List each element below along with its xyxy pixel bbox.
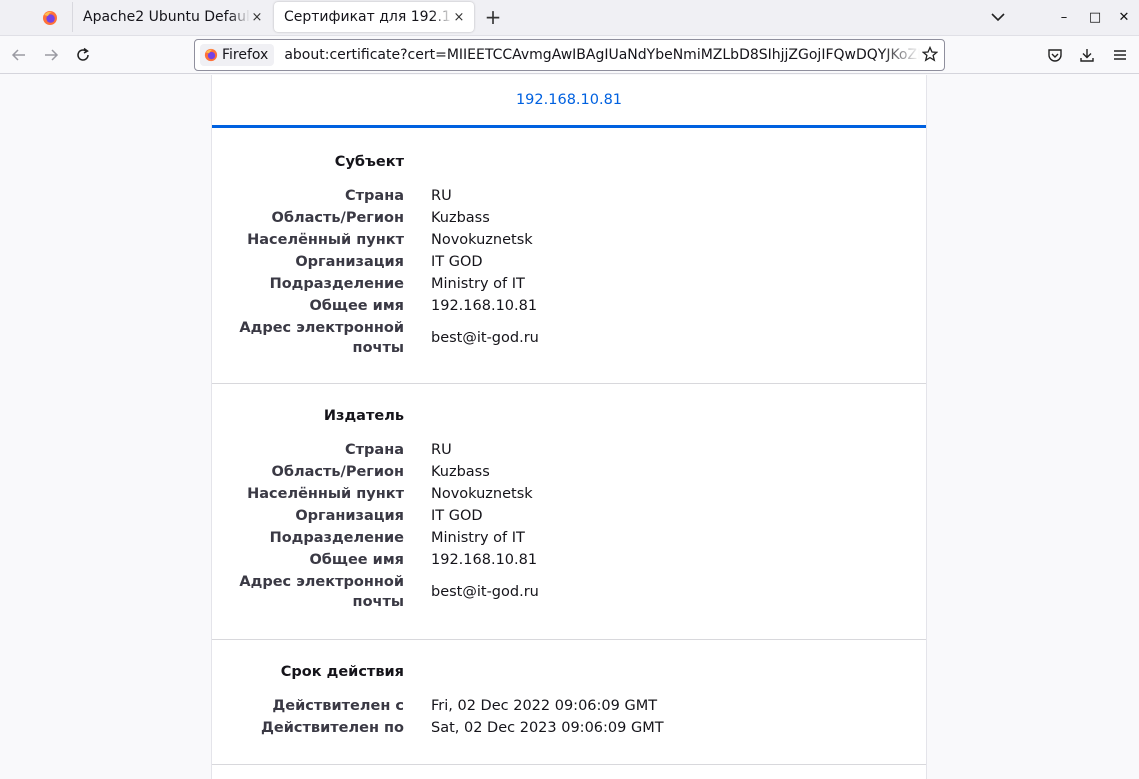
validity-section: Срок действия Действителен с Fri, 02 Dec… [212, 641, 926, 765]
tab-close-icon[interactable]: × [250, 10, 264, 25]
field-label: Населённый пункт [247, 486, 404, 502]
forward-arrow-icon [45, 49, 59, 61]
minimize-button[interactable]: – [1054, 6, 1074, 28]
field-label: Действителен по [261, 720, 404, 736]
firefox-logo-icon [204, 48, 218, 62]
field-value: Ministry of IT [431, 276, 525, 292]
field-value: Fri, 02 Dec 2022 09:06:09 GMT [431, 698, 658, 714]
navigation-toolbar: Firefox about:certificate?cert=MIIEETCCA… [0, 36, 1139, 74]
field-label: Адрес электронной почты [239, 574, 404, 610]
field-value: best@it-god.ru [431, 584, 539, 600]
field-label: Область/Регион [271, 210, 405, 226]
subject-section: Субъект Страна RU Область/Регион Kuzbass… [212, 131, 926, 384]
validity-title: Срок действия [280, 664, 404, 680]
issuer-section: Издатель Страна RU Область/Регион Kuzbas… [212, 385, 926, 640]
field-value: 192.168.10.81 [431, 298, 538, 314]
list-all-tabs-button[interactable] [988, 6, 1008, 28]
close-window-button[interactable]: ✕ [1114, 6, 1134, 28]
back-arrow-icon [11, 49, 25, 61]
reload-icon [77, 47, 89, 61]
field-value: best@it-god.ru [431, 330, 539, 346]
field-label: Адрес электронной почты [239, 320, 404, 356]
url-text[interactable]: about:certificate?cert=MIIEETCCAvmgAwIBA… [284, 47, 920, 63]
address-bar[interactable]: Firefox about:certificate?cert=MIIEETCCA… [194, 39, 945, 71]
reload-button[interactable] [71, 43, 95, 67]
identity-label: Firefox [222, 47, 269, 63]
tab-strip: Apache2 Ubuntu Default Page: It works × … [0, 0, 1139, 36]
field-value: IT GOD [431, 508, 483, 524]
new-tab-button[interactable]: + [482, 4, 504, 30]
field-value: Novokuznetsk [431, 232, 533, 248]
downloads-button[interactable] [1076, 44, 1098, 66]
identity-box[interactable]: Firefox [200, 44, 275, 66]
field-label: Организация [295, 508, 404, 524]
field-label: Населённый пункт [247, 232, 404, 248]
maximize-button[interactable]: □ [1085, 6, 1105, 28]
forward-button[interactable] [39, 43, 63, 67]
subject-title: Субъект [334, 154, 404, 170]
field-value: RU [431, 442, 452, 458]
firefox-view-button[interactable] [30, 2, 70, 34]
certificate-card: 192.168.10.81 Субъект Страна RU Область/… [211, 75, 927, 779]
field-value: Sat, 02 Dec 2023 09:06:09 GMT [431, 720, 664, 736]
field-value: IT GOD [431, 254, 483, 270]
field-label: Общее имя [309, 298, 404, 314]
certificate-tab-label: 192.168.10.81 [515, 92, 623, 108]
back-button[interactable] [7, 43, 31, 67]
field-label: Страна [344, 442, 404, 458]
tab-close-icon[interactable]: × [452, 10, 466, 25]
tab-apache-default-page[interactable]: Apache2 Ubuntu Default Page: It works × [72, 2, 272, 32]
pocket-button[interactable] [1044, 44, 1066, 66]
field-value: Novokuznetsk [431, 486, 533, 502]
download-icon [1080, 49, 1094, 62]
field-label: Общее имя [309, 552, 404, 568]
field-label: Подразделение [269, 530, 404, 546]
field-label: Подразделение [269, 276, 404, 292]
certificate-tab-selected[interactable]: 192.168.10.81 [212, 75, 926, 128]
app-menu-button[interactable] [1109, 44, 1131, 66]
field-label: Область/Регион [271, 464, 405, 480]
field-value: Ministry of IT [431, 530, 525, 546]
issuer-title: Издатель [323, 408, 404, 424]
page-content: 192.168.10.81 Субъект Страна RU Область/… [0, 75, 1139, 779]
chevron-down-icon [991, 13, 1005, 22]
field-value: 192.168.10.81 [431, 552, 538, 568]
bookmark-star-icon[interactable] [922, 46, 938, 62]
field-value: RU [431, 188, 452, 204]
pocket-icon [1048, 49, 1062, 62]
field-value: Kuzbass [431, 210, 490, 226]
field-label: Действителен с [272, 698, 404, 714]
firefox-logo-icon [43, 11, 57, 25]
hamburger-menu-icon [1114, 50, 1126, 60]
field-value: Kuzbass [431, 464, 490, 480]
tab-title: Apache2 Ubuntu Default Page: It works [83, 9, 250, 25]
field-label: Страна [344, 188, 404, 204]
tab-title: Сертификат для 192.168.10.81 [284, 9, 452, 25]
field-label: Организация [295, 254, 404, 270]
tab-certificate[interactable]: Сертификат для 192.168.10.81 × [274, 2, 474, 32]
